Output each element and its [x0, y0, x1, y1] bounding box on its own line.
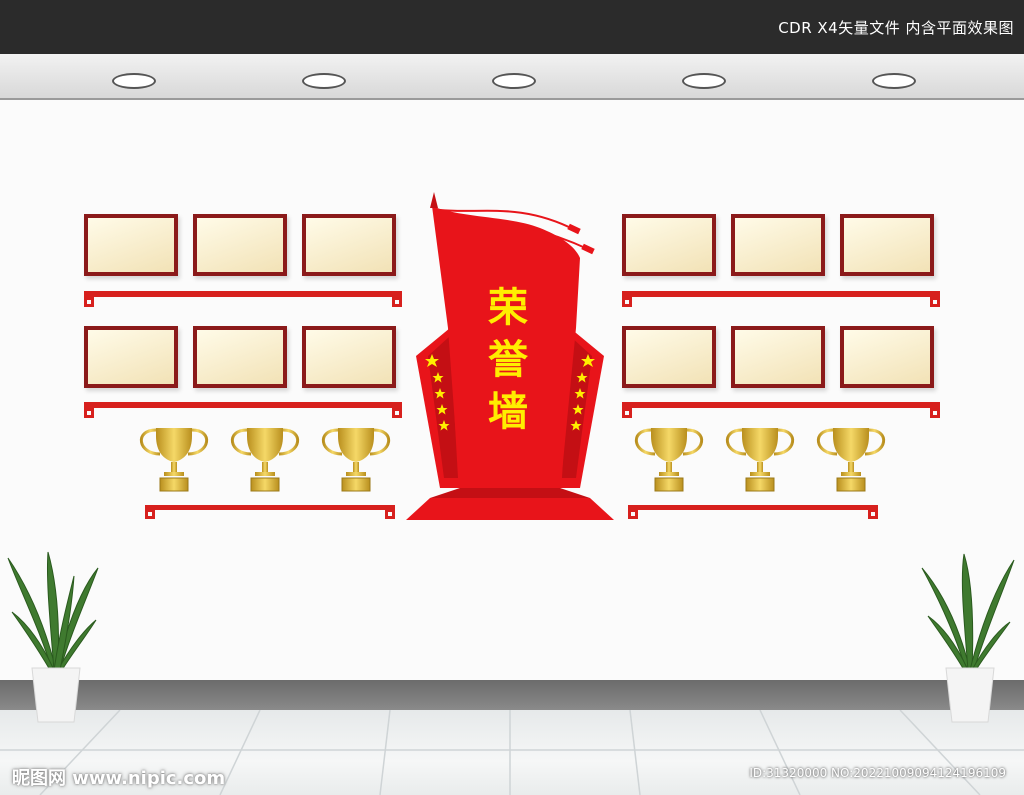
honor-frame — [193, 326, 287, 388]
shelf-hook — [930, 297, 940, 307]
shelf — [84, 291, 402, 297]
trophy-shelf — [628, 505, 878, 510]
watermark-site: 昵图网 www.nipic.com — [12, 768, 226, 789]
honor-frame — [731, 326, 825, 388]
plant-icon — [921, 553, 1015, 723]
honor-frame — [84, 326, 178, 388]
honor-frame — [622, 326, 716, 388]
trophy-icon — [139, 426, 209, 493]
honor-frame — [302, 326, 396, 388]
shelf-hook — [145, 509, 155, 519]
shelf-hook — [622, 408, 632, 418]
shelf-hook — [84, 408, 94, 418]
top-bar: CDR X4矢量文件 内含平面效果图 — [0, 0, 1024, 54]
ceiling-light — [112, 73, 156, 89]
trophy-icon — [321, 426, 391, 493]
ceiling-light — [872, 73, 916, 89]
honor-frame — [302, 214, 396, 276]
shelf-hook — [868, 509, 878, 519]
honor-frame — [622, 214, 716, 276]
file-info-label: CDR X4矢量文件 内含平面效果图 — [778, 19, 1014, 37]
honor-frame — [84, 214, 178, 276]
plant-icon — [7, 551, 99, 723]
shelf-hook — [930, 408, 940, 418]
ceiling-light — [302, 73, 346, 89]
trophy-icon — [634, 426, 704, 493]
shelf — [622, 291, 940, 297]
honor-frame — [840, 326, 934, 388]
shelf-hook — [622, 297, 632, 307]
honor-frame — [193, 214, 287, 276]
shelf-hook — [84, 297, 94, 307]
trophy-shelf — [145, 505, 395, 510]
shelf — [84, 402, 402, 408]
shelf — [622, 402, 940, 408]
shelf-hook — [628, 509, 638, 519]
ceiling-light — [492, 73, 536, 89]
honor-frame — [840, 214, 934, 276]
watermark-id: ID:31320000 NO:20221009094124196109 — [749, 766, 1006, 780]
trophy-icon — [230, 426, 300, 493]
trophy-icon — [816, 426, 886, 493]
ceiling-light — [682, 73, 726, 89]
honor-frame — [731, 214, 825, 276]
banner-title: 荣誉墙 — [488, 285, 528, 435]
trophy-icon — [725, 426, 795, 493]
shelf-hook — [385, 509, 395, 519]
baseboard — [0, 680, 1024, 710]
